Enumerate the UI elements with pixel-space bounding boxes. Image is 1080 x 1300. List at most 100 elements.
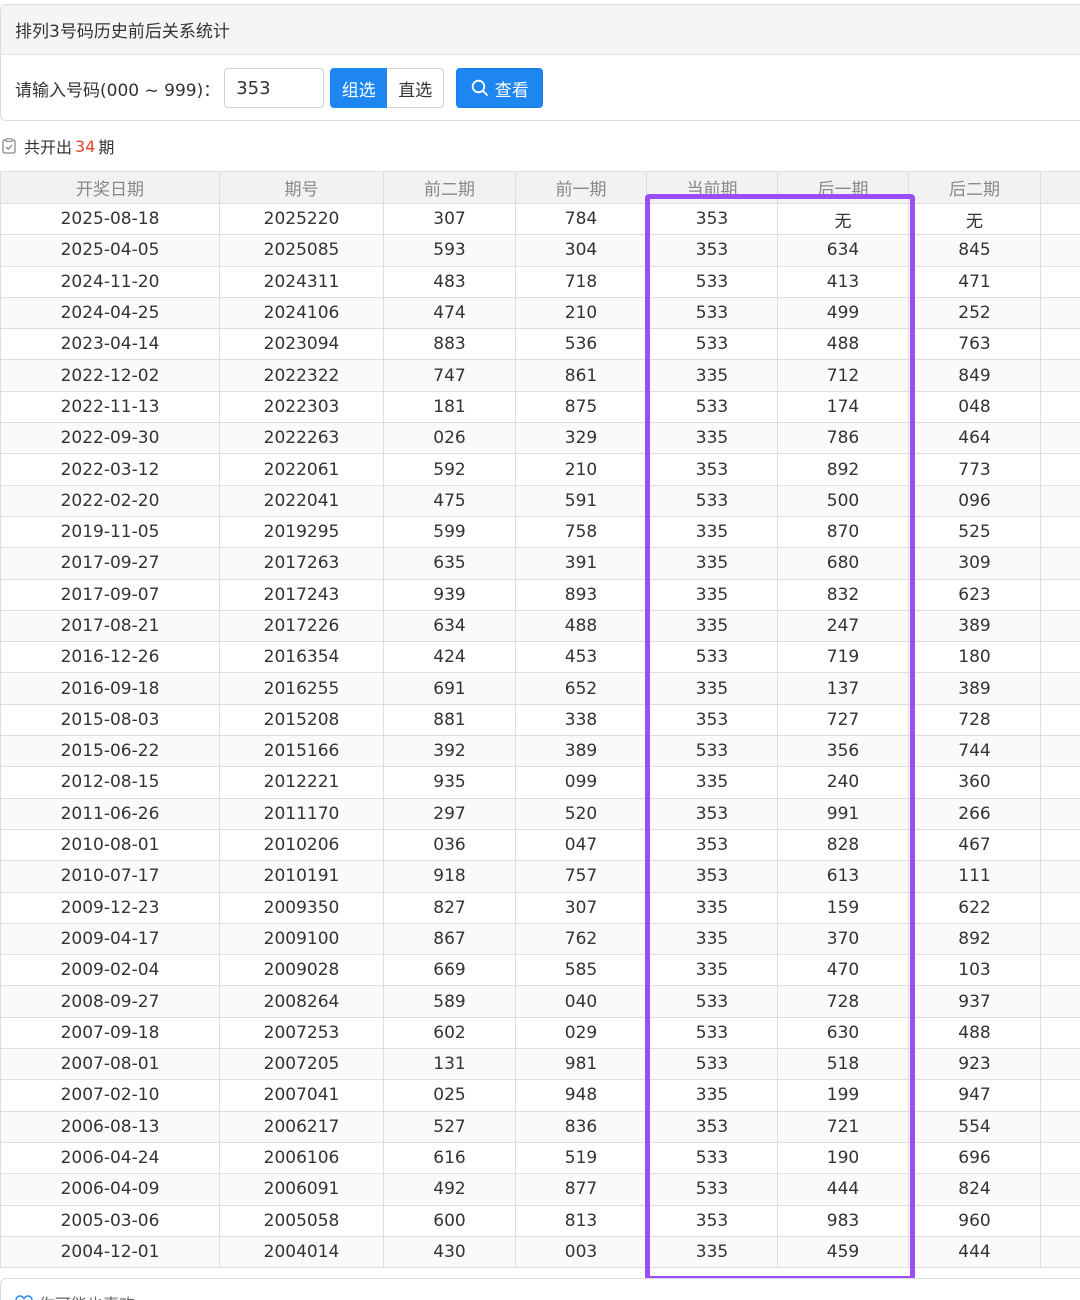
group-mode-button[interactable]: 组选 [330, 68, 388, 108]
table-cell: 353 [646, 1204, 778, 1237]
table-cell: 669 [383, 954, 516, 987]
table-cell: 003 [515, 1235, 647, 1269]
search-button-label: 查看 [494, 80, 529, 101]
table-cell-extra [1040, 797, 1080, 830]
table-cell: 370 [777, 922, 909, 956]
table-cell: 025 [383, 1079, 516, 1112]
table-row: 2017-09-27 2017263 635 391 335 680 309 [0, 547, 1080, 580]
table-cell: 2006091 [219, 1173, 384, 1206]
table-cell: 353 [646, 703, 778, 737]
table-cell-extra [1040, 202, 1080, 236]
table-cell-extra [1040, 1204, 1080, 1237]
table-cell: 2025-04-05 [0, 234, 220, 267]
table-row: 2009-04-17 2009100 867 762 335 370 892 [0, 922, 1080, 956]
summary-count: 34 [75, 136, 96, 156]
search-button[interactable]: 查看 [456, 68, 544, 108]
table-cell: 2024106 [219, 296, 384, 330]
table-cell: 2007-08-01 [0, 1048, 220, 1081]
table-row: 2007-02-10 2007041 025 948 335 199 947 [0, 1079, 1080, 1112]
table-cell: 2023-04-14 [0, 328, 220, 361]
table-cell: 622 [908, 891, 1041, 924]
table-cell: 935 [383, 766, 516, 799]
table-cell: 600 [383, 1204, 516, 1237]
table-cell: 2006-08-13 [0, 1110, 220, 1143]
table-cell: 2017-08-21 [0, 609, 220, 643]
table-cell: 444 [908, 1235, 1041, 1269]
table-cell: 430 [383, 1235, 516, 1269]
table-cell: 048 [908, 390, 1041, 424]
table-cell: 2025220 [219, 202, 384, 236]
table-cell: 937 [908, 985, 1041, 1018]
table-cell: 389 [908, 609, 1041, 643]
table-row: 2025-04-05 2025085 593 304 353 634 845 [0, 234, 1080, 267]
table-cell: 635 [383, 547, 516, 580]
table-cell: 533 [646, 985, 778, 1018]
table-cell: 2009-02-04 [0, 954, 220, 987]
table-cell: 981 [515, 1048, 647, 1081]
table-cell: 680 [777, 547, 909, 580]
table-cell-extra [1040, 515, 1080, 549]
table-row: 2010-07-17 2010191 918 757 353 613 111 [0, 860, 1080, 893]
table-cell-extra [1040, 296, 1080, 330]
table-row: 2016-09-18 2016255 691 652 335 137 389 [0, 672, 1080, 705]
table-cell: 960 [908, 1204, 1041, 1237]
table-cell: 499 [777, 296, 909, 330]
heart-icon [15, 1295, 33, 1300]
table-cell-extra [1040, 735, 1080, 768]
number-input[interactable] [224, 68, 325, 108]
table-row: 2022-11-13 2022303 181 875 533 174 048 [0, 390, 1080, 424]
column-header: 开奖日期 [0, 171, 220, 204]
table-cell-extra [1040, 641, 1080, 674]
table-cell: 763 [908, 328, 1041, 361]
table-cell: 2017-09-27 [0, 547, 220, 580]
table-cell: 2007-02-10 [0, 1079, 220, 1112]
table-cell-extra [1040, 484, 1080, 517]
table-cell: 533 [646, 484, 778, 517]
table-cell: 518 [777, 1048, 909, 1081]
table-cell: 500 [777, 484, 909, 517]
table-cell: 2011170 [219, 797, 384, 830]
table-cell-extra [1040, 828, 1080, 862]
table-cell: 464 [908, 422, 1041, 455]
table-row: 2015-06-22 2015166 392 389 533 356 744 [0, 735, 1080, 768]
table-row: 2006-08-13 2006217 527 836 353 721 554 [0, 1110, 1080, 1143]
table-cell: 824 [908, 1173, 1041, 1206]
table-cell: 696 [908, 1141, 1041, 1175]
table-cell: 026 [383, 422, 516, 455]
table-cell-extra [1040, 1141, 1080, 1175]
table-cell: 591 [515, 484, 647, 517]
query-panel: 排列3号码历史前后关系统计 请输入号码(000 ~ 999)： 组选 直选 查看 [0, 4, 1080, 121]
table-row: 2017-08-21 2017226 634 488 335 247 389 [0, 609, 1080, 643]
table-cell: 353 [646, 1110, 778, 1143]
table-cell: 762 [515, 922, 647, 956]
table-cell: 784 [515, 202, 647, 236]
table-cell: 488 [777, 328, 909, 361]
table-cell: 099 [515, 766, 647, 799]
table-cell: 832 [777, 578, 909, 611]
table-cell: 159 [777, 891, 909, 924]
table-cell: 533 [646, 390, 778, 424]
table-cell: 389 [515, 735, 647, 768]
table-cell: 2009-04-17 [0, 922, 220, 956]
table-cell: 870 [777, 515, 909, 549]
table-cell: 757 [515, 860, 647, 893]
table-cell: 475 [383, 484, 516, 517]
table-cell: 2022263 [219, 422, 384, 455]
table-cell: 533 [646, 1016, 778, 1050]
table-cell: 181 [383, 390, 516, 424]
table-cell: 2010-08-01 [0, 828, 220, 862]
table-row: 2022-02-20 2022041 475 591 533 500 096 [0, 484, 1080, 517]
direct-mode-button[interactable]: 直选 [387, 68, 445, 108]
table-cell: 533 [646, 265, 778, 298]
table-cell-extra [1040, 891, 1080, 924]
table-cell: 983 [777, 1204, 909, 1237]
table-cell: 2019-11-05 [0, 515, 220, 549]
table-cell-extra [1040, 1079, 1080, 1112]
table-cell: 2023094 [219, 328, 384, 361]
table-cell: 335 [646, 515, 778, 549]
table-cell: 103 [908, 954, 1041, 987]
table-cell: 2024-04-25 [0, 296, 220, 330]
table-cell-extra [1040, 1016, 1080, 1050]
table-cell: 210 [515, 296, 647, 330]
table-cell: 307 [515, 891, 647, 924]
